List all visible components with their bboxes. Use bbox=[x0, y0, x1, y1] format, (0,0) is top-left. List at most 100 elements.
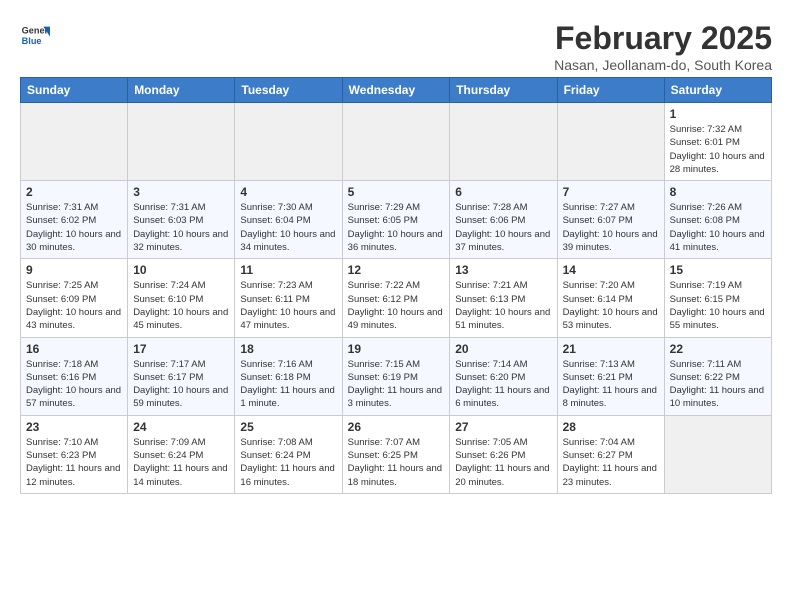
day-number: 26 bbox=[348, 420, 445, 434]
calendar-cell: 5 Sunrise: 7:29 AM Sunset: 6:05 PM Daylig… bbox=[342, 181, 450, 259]
day-info: Sunrise: 7:21 AM Sunset: 6:13 PM Dayligh… bbox=[455, 279, 551, 332]
calendar-table: SundayMondayTuesdayWednesdayThursdayFrid… bbox=[20, 77, 772, 494]
day-info: Sunrise: 7:08 AM Sunset: 6:24 PM Dayligh… bbox=[240, 436, 336, 489]
calendar-cell bbox=[342, 103, 450, 181]
day-number: 25 bbox=[240, 420, 336, 434]
calendar-cell: 7 Sunrise: 7:27 AM Sunset: 6:07 PM Daylig… bbox=[557, 181, 664, 259]
day-number: 21 bbox=[563, 342, 659, 356]
calendar-cell bbox=[235, 103, 342, 181]
calendar-cell: 1 Sunrise: 7:32 AM Sunset: 6:01 PM Daylig… bbox=[664, 103, 771, 181]
calendar-cell: 21 Sunrise: 7:13 AM Sunset: 6:21 PM Dayli… bbox=[557, 337, 664, 415]
calendar-cell: 28 Sunrise: 7:04 AM Sunset: 6:27 PM Dayli… bbox=[557, 415, 664, 493]
day-info: Sunrise: 7:11 AM Sunset: 6:22 PM Dayligh… bbox=[670, 358, 766, 411]
calendar-header-row: SundayMondayTuesdayWednesdayThursdayFrid… bbox=[21, 78, 772, 103]
calendar-cell: 4 Sunrise: 7:30 AM Sunset: 6:04 PM Daylig… bbox=[235, 181, 342, 259]
calendar-week-4: 16 Sunrise: 7:18 AM Sunset: 6:16 PM Dayli… bbox=[21, 337, 772, 415]
day-info: Sunrise: 7:23 AM Sunset: 6:11 PM Dayligh… bbox=[240, 279, 336, 332]
day-info: Sunrise: 7:04 AM Sunset: 6:27 PM Dayligh… bbox=[563, 436, 659, 489]
day-number: 23 bbox=[26, 420, 122, 434]
day-number: 11 bbox=[240, 263, 336, 277]
calendar-cell: 27 Sunrise: 7:05 AM Sunset: 6:26 PM Dayli… bbox=[450, 415, 557, 493]
day-number: 19 bbox=[348, 342, 445, 356]
day-info: Sunrise: 7:14 AM Sunset: 6:20 PM Dayligh… bbox=[455, 358, 551, 411]
day-info: Sunrise: 7:31 AM Sunset: 6:03 PM Dayligh… bbox=[133, 201, 229, 254]
day-number: 1 bbox=[670, 107, 766, 121]
day-number: 10 bbox=[133, 263, 229, 277]
calendar-cell: 24Sunrise: 7:09 AM Sunset: 6:24 PM Dayli… bbox=[128, 415, 235, 493]
day-info: Sunrise: 7:22 AM Sunset: 6:12 PM Dayligh… bbox=[348, 279, 445, 332]
day-number: 12 bbox=[348, 263, 445, 277]
day-info: Sunrise: 7:26 AM Sunset: 6:08 PM Dayligh… bbox=[670, 201, 766, 254]
calendar-cell: 20Sunrise: 7:14 AM Sunset: 6:20 PM Dayli… bbox=[450, 337, 557, 415]
calendar-cell bbox=[664, 415, 771, 493]
day-number: 18 bbox=[240, 342, 336, 356]
calendar-week-1: 1 Sunrise: 7:32 AM Sunset: 6:01 PM Daylig… bbox=[21, 103, 772, 181]
svg-text:Blue: Blue bbox=[22, 36, 42, 46]
calendar-cell bbox=[557, 103, 664, 181]
day-number: 17 bbox=[133, 342, 229, 356]
day-info: Sunrise: 7:07 AM Sunset: 6:25 PM Dayligh… bbox=[348, 436, 445, 489]
calendar-cell: 17 Sunrise: 7:17 AM Sunset: 6:17 PM Dayli… bbox=[128, 337, 235, 415]
day-number: 24 bbox=[133, 420, 229, 434]
day-info: Sunrise: 7:32 AM Sunset: 6:01 PM Dayligh… bbox=[670, 123, 766, 176]
page-header: General Blue February 2025 Nasan, Jeolla… bbox=[20, 20, 772, 73]
day-number: 4 bbox=[240, 185, 336, 199]
calendar-cell: 12 Sunrise: 7:22 AM Sunset: 6:12 PM Dayli… bbox=[342, 259, 450, 337]
day-number: 3 bbox=[133, 185, 229, 199]
day-info: Sunrise: 7:18 AM Sunset: 6:16 PM Dayligh… bbox=[26, 358, 122, 411]
day-number: 16 bbox=[26, 342, 122, 356]
calendar-cell: 10 Sunrise: 7:24 AM Sunset: 6:10 PM Dayli… bbox=[128, 259, 235, 337]
calendar-cell: 11 Sunrise: 7:23 AM Sunset: 6:11 PM Dayli… bbox=[235, 259, 342, 337]
calendar-cell: 2Sunrise: 7:31 AM Sunset: 6:02 PM Daylig… bbox=[21, 181, 128, 259]
day-number: 27 bbox=[455, 420, 551, 434]
day-info: Sunrise: 7:05 AM Sunset: 6:26 PM Dayligh… bbox=[455, 436, 551, 489]
day-info: Sunrise: 7:30 AM Sunset: 6:04 PM Dayligh… bbox=[240, 201, 336, 254]
day-number: 22 bbox=[670, 342, 766, 356]
day-info: Sunrise: 7:10 AM Sunset: 6:23 PM Dayligh… bbox=[26, 436, 122, 489]
calendar-cell bbox=[21, 103, 128, 181]
day-info: Sunrise: 7:16 AM Sunset: 6:18 PM Dayligh… bbox=[240, 358, 336, 411]
day-info: Sunrise: 7:17 AM Sunset: 6:17 PM Dayligh… bbox=[133, 358, 229, 411]
calendar-cell: 26 Sunrise: 7:07 AM Sunset: 6:25 PM Dayli… bbox=[342, 415, 450, 493]
day-header-sunday: Sunday bbox=[21, 78, 128, 103]
calendar-cell: 15 Sunrise: 7:19 AM Sunset: 6:15 PM Dayli… bbox=[664, 259, 771, 337]
day-number: 28 bbox=[563, 420, 659, 434]
title-block: February 2025 Nasan, Jeollanam-do, South… bbox=[554, 20, 772, 73]
calendar-cell: 8 Sunrise: 7:26 AM Sunset: 6:08 PM Daylig… bbox=[664, 181, 771, 259]
calendar-cell: 18 Sunrise: 7:16 AM Sunset: 6:18 PM Dayli… bbox=[235, 337, 342, 415]
day-info: Sunrise: 7:13 AM Sunset: 6:21 PM Dayligh… bbox=[563, 358, 659, 411]
calendar-cell bbox=[128, 103, 235, 181]
calendar-cell: 9Sunrise: 7:25 AM Sunset: 6:09 PM Daylig… bbox=[21, 259, 128, 337]
day-number: 2 bbox=[26, 185, 122, 199]
calendar-cell: 23 Sunrise: 7:10 AM Sunset: 6:23 PM Dayli… bbox=[21, 415, 128, 493]
calendar-cell: 22 Sunrise: 7:11 AM Sunset: 6:22 PM Dayli… bbox=[664, 337, 771, 415]
calendar-cell: 13 Sunrise: 7:21 AM Sunset: 6:13 PM Dayli… bbox=[450, 259, 557, 337]
day-info: Sunrise: 7:19 AM Sunset: 6:15 PM Dayligh… bbox=[670, 279, 766, 332]
day-info: Sunrise: 7:28 AM Sunset: 6:06 PM Dayligh… bbox=[455, 201, 551, 254]
day-header-friday: Friday bbox=[557, 78, 664, 103]
day-info: Sunrise: 7:29 AM Sunset: 6:05 PM Dayligh… bbox=[348, 201, 445, 254]
day-info: Sunrise: 7:27 AM Sunset: 6:07 PM Dayligh… bbox=[563, 201, 659, 254]
day-info: Sunrise: 7:15 AM Sunset: 6:19 PM Dayligh… bbox=[348, 358, 445, 411]
location: Nasan, Jeollanam-do, South Korea bbox=[554, 57, 772, 73]
day-info: Sunrise: 7:20 AM Sunset: 6:14 PM Dayligh… bbox=[563, 279, 659, 332]
day-number: 9 bbox=[26, 263, 122, 277]
calendar-week-2: 2Sunrise: 7:31 AM Sunset: 6:02 PM Daylig… bbox=[21, 181, 772, 259]
calendar-cell: 16 Sunrise: 7:18 AM Sunset: 6:16 PM Dayli… bbox=[21, 337, 128, 415]
day-number: 7 bbox=[563, 185, 659, 199]
day-number: 15 bbox=[670, 263, 766, 277]
day-header-tuesday: Tuesday bbox=[235, 78, 342, 103]
day-number: 8 bbox=[670, 185, 766, 199]
day-info: Sunrise: 7:24 AM Sunset: 6:10 PM Dayligh… bbox=[133, 279, 229, 332]
day-number: 6 bbox=[455, 185, 551, 199]
day-number: 14 bbox=[563, 263, 659, 277]
logo-icon: General Blue bbox=[20, 20, 50, 50]
day-header-monday: Monday bbox=[128, 78, 235, 103]
calendar-cell: 3 Sunrise: 7:31 AM Sunset: 6:03 PM Daylig… bbox=[128, 181, 235, 259]
calendar-cell: 6 Sunrise: 7:28 AM Sunset: 6:06 PM Daylig… bbox=[450, 181, 557, 259]
calendar-week-3: 9Sunrise: 7:25 AM Sunset: 6:09 PM Daylig… bbox=[21, 259, 772, 337]
calendar-cell: 25 Sunrise: 7:08 AM Sunset: 6:24 PM Dayli… bbox=[235, 415, 342, 493]
day-number: 5 bbox=[348, 185, 445, 199]
day-number: 13 bbox=[455, 263, 551, 277]
calendar-cell: 14 Sunrise: 7:20 AM Sunset: 6:14 PM Dayli… bbox=[557, 259, 664, 337]
